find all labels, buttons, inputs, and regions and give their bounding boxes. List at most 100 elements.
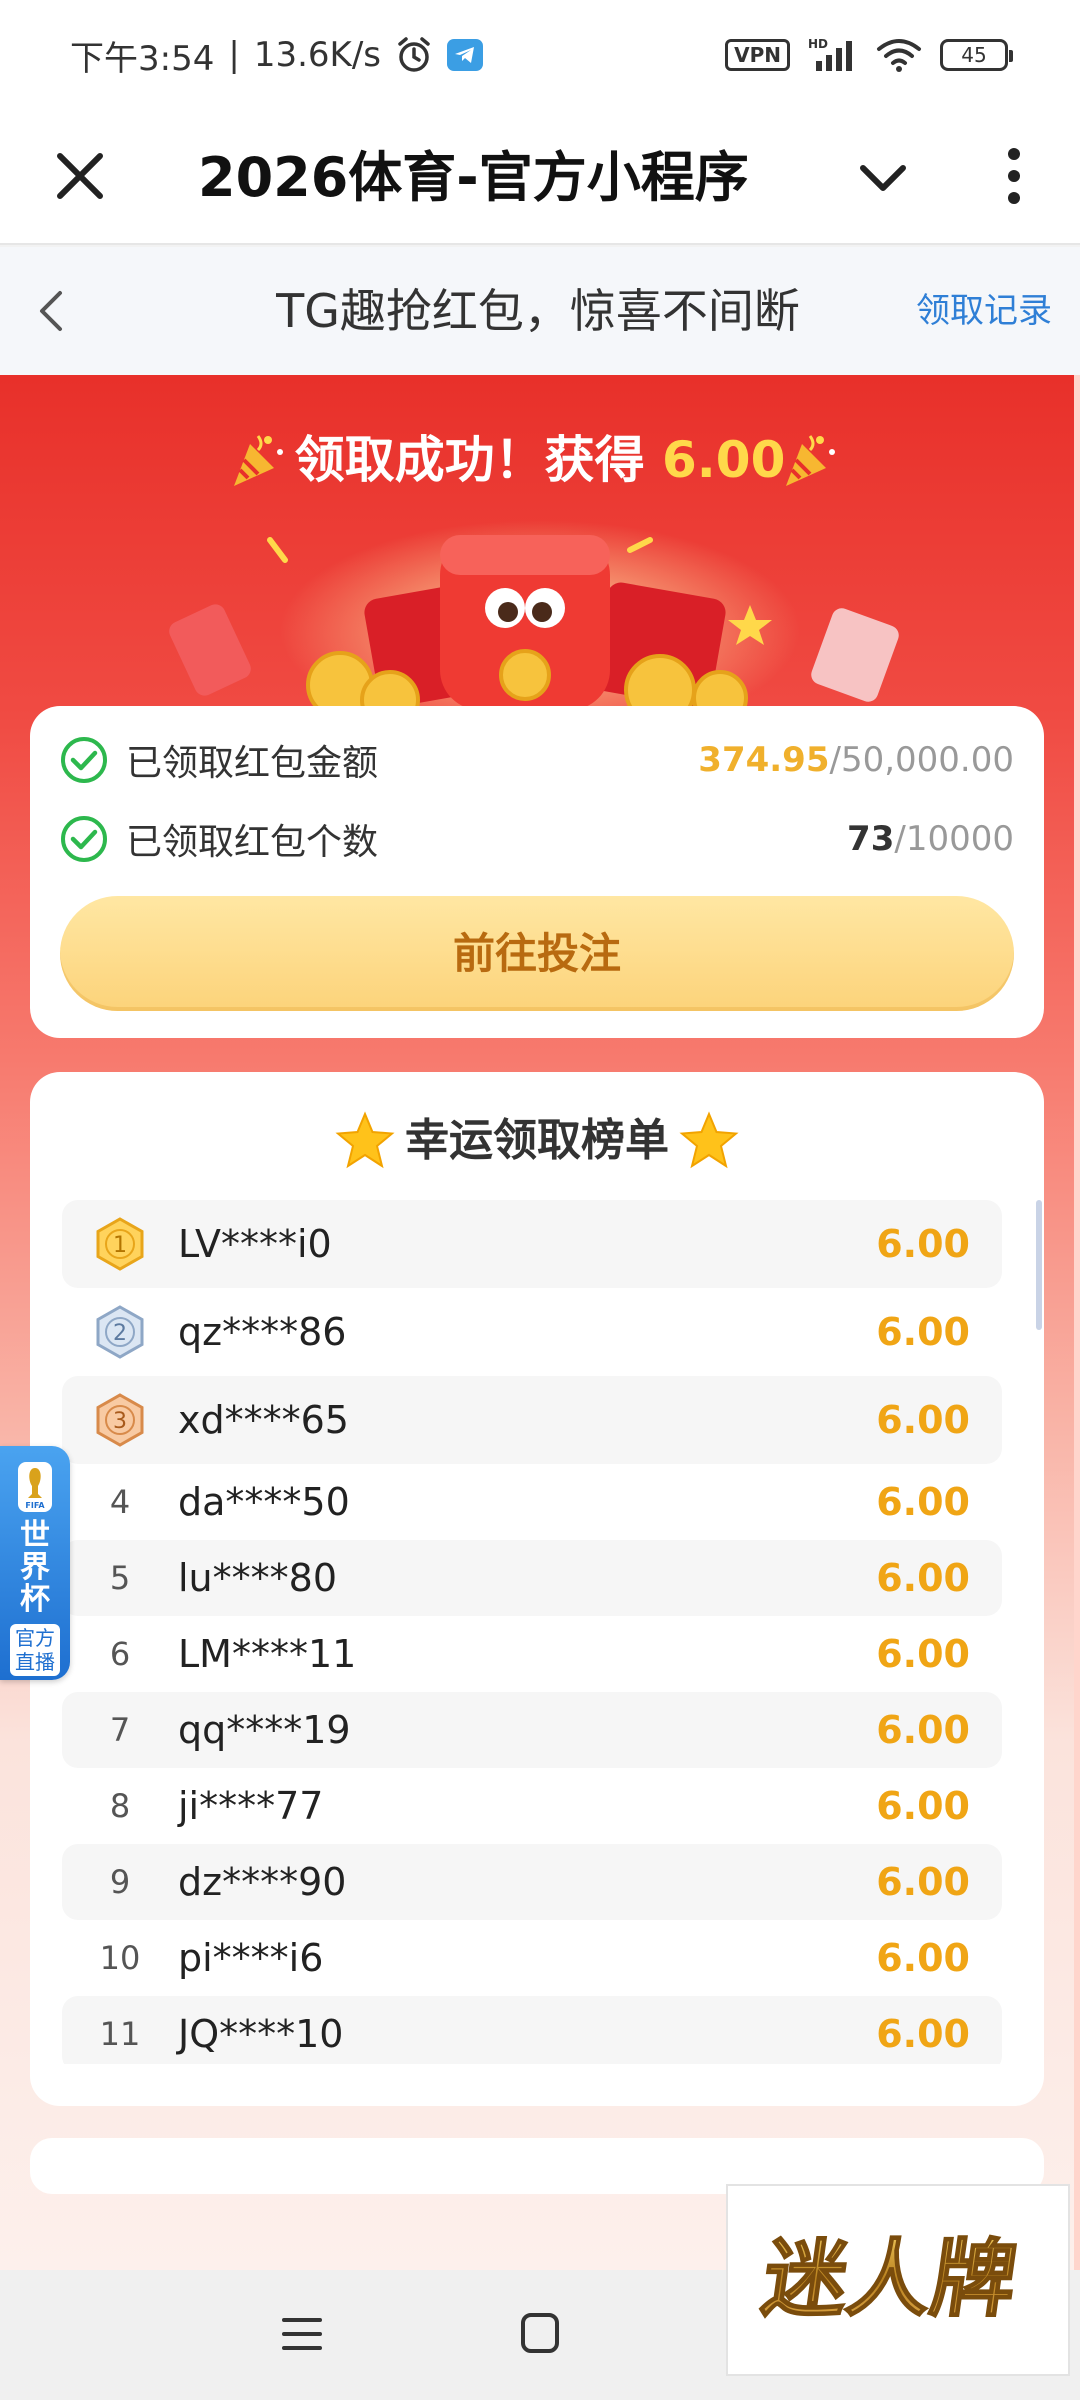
rank-cell: 7 (62, 1711, 178, 1749)
lucky-leaderboard-card: 幸运领取榜单 1 LV****i0 6.00 2 qz****86 6.00 3 xd****… (30, 1072, 1044, 2106)
rank-number: 8 (109, 1787, 131, 1825)
claimed-amount-row: 已领取红包金额 374.95/50,000.00 (60, 730, 1014, 790)
leaderboard-title: 幸运领取榜单 (405, 1115, 669, 1166)
mini-program-nav: 2026体育-官方小程序 (0, 110, 1080, 245)
claimed-amount-value: 374.95/50,000.00 (698, 740, 1014, 780)
chevron-down-icon[interactable] (855, 150, 911, 206)
user-name: qz****86 (178, 1310, 347, 1354)
rank-medal-icon: 2 (96, 1305, 144, 1359)
page-header: TG趣抢红包，惊喜不间断 领取记录 (0, 247, 1080, 375)
rank-cell: 9 (62, 1863, 178, 1901)
leaderboard-row: 10 pi****i6 6.00 (62, 1920, 1002, 1996)
leaderboard-row: 11 JQ****10 6.00 (62, 1996, 1002, 2064)
vpn-badge: VPN (725, 39, 790, 71)
status-left: 下午3:54 | 13.6K/s (70, 31, 483, 80)
rank-cell: 1 (62, 1216, 178, 1272)
rank-cell: 5 (62, 1559, 178, 1597)
success-prefix: 领取成功！获得 (294, 431, 645, 489)
claimed-count-label: 已领取红包个数 (126, 822, 379, 863)
rank-cell: 4 (62, 1483, 178, 1521)
rank-number: 10 (99, 1939, 141, 1977)
success-amount: 6.00 (662, 431, 786, 489)
more-options-icon[interactable] (996, 144, 1032, 208)
check-circle-icon (61, 816, 107, 862)
check-circle-icon (61, 737, 107, 783)
claim-amount: 6.00 (876, 1936, 970, 1980)
user-name: pi****i6 (178, 1936, 324, 1980)
rank-cell: 11 (62, 2015, 178, 2053)
network-speed: 13.6K/s (253, 35, 381, 75)
star-icon (679, 1111, 739, 1169)
go-bet-button[interactable]: 前往投注 (60, 896, 1014, 1011)
claimed-count-value: 73/10000 (847, 819, 1014, 859)
rank-number: 6 (109, 1635, 131, 1673)
rank-medal-icon: 1 (96, 1217, 144, 1271)
claimed-amount-label: 已领取红包金额 (126, 743, 379, 784)
leaderboard-row: 4 da****50 6.00 (62, 1464, 1002, 1540)
user-name: LM****11 (178, 1632, 357, 1676)
rank-number: 1 (113, 1233, 127, 1258)
claim-amount: 6.00 (876, 2012, 970, 2056)
rank-cell: 10 (62, 1939, 178, 1977)
fifa-label: FIFA (25, 1501, 45, 1510)
home-icon[interactable] (520, 2312, 560, 2354)
user-name: ji****77 (178, 1784, 324, 1828)
watermark-logo: 迷人牌 (726, 2184, 1070, 2376)
leaderboard-row: 5 lu****80 6.00 (62, 1540, 1002, 1616)
user-name: JQ****10 (178, 2012, 344, 2056)
success-message: 领取成功！获得 6.00 (0, 420, 1080, 500)
rank-cell: 6 (62, 1635, 178, 1673)
leaderboard-row: 8 ji****77 6.00 (62, 1768, 1002, 1844)
claim-amount: 6.00 (876, 1556, 970, 1600)
user-name: LV****i0 (178, 1222, 332, 1266)
watermark-text: 迷人牌 (757, 2230, 1023, 2328)
rank-number: 3 (113, 1409, 127, 1434)
rank-number: 9 (109, 1863, 131, 1901)
claim-amount: 6.00 (876, 1222, 970, 1266)
alarm-icon (398, 37, 430, 72)
rank-number: 4 (109, 1483, 131, 1521)
claim-amount: 6.00 (876, 1708, 970, 1752)
rank-cell: 3 (62, 1392, 178, 1448)
world-cup-label: 世界杯 (20, 1518, 50, 1617)
user-name: qq****19 (178, 1708, 351, 1752)
claim-amount: 6.00 (876, 1632, 970, 1676)
user-name: dz****90 (178, 1860, 347, 1904)
world-cup-live-widget[interactable]: FIFA 世界杯 官方直播 (0, 1446, 70, 1680)
rank-number: 5 (109, 1559, 131, 1597)
battery-icon: 45 (940, 39, 1013, 71)
leaderboard-list[interactable]: 1 LV****i0 6.00 2 qz****86 6.00 3 xd****65 6.00 4… (62, 1200, 1002, 2064)
rank-number: 11 (99, 2015, 141, 2053)
leaderboard-row: 9 dz****90 6.00 (62, 1844, 1002, 1920)
official-live-label: 官方直播 (10, 1624, 60, 1676)
mini-program-title: 2026体育-官方小程序 (198, 146, 749, 209)
battery-level: 45 (961, 43, 987, 67)
wifi-icon (877, 39, 921, 72)
status-separator: | (228, 35, 240, 75)
rank-number: 7 (109, 1711, 131, 1749)
close-icon[interactable] (50, 146, 110, 206)
status-time: 下午3:54 (70, 38, 215, 79)
leaderboard-row: 1 LV****i0 6.00 (62, 1200, 1002, 1288)
status-bar: 下午3:54 | 13.6K/s VPN HD 45 (0, 0, 1080, 110)
claim-amount: 6.00 (876, 1860, 970, 1904)
recent-apps-icon[interactable] (280, 2314, 324, 2354)
leaderboard-row: 7 qq****19 6.00 (62, 1692, 1002, 1768)
back-icon[interactable] (26, 281, 82, 341)
user-name: lu****80 (178, 1556, 337, 1600)
party-popper-icon (786, 435, 835, 486)
rank-cell: 2 (62, 1304, 178, 1360)
claimed-amount-current: 374.95 (698, 740, 830, 780)
signal-icon: HD (808, 37, 852, 71)
claim-records-link[interactable]: 领取记录 (916, 247, 1052, 375)
leaderboard-row: 3 xd****65 6.00 (62, 1376, 1002, 1464)
hero-edge (1074, 375, 1080, 2275)
rank-number: 2 (113, 1321, 127, 1346)
claim-amount: 6.00 (876, 1480, 970, 1524)
user-name: da****50 (178, 1480, 350, 1524)
rank-cell: 8 (62, 1787, 178, 1825)
claim-amount: 6.00 (876, 1398, 970, 1442)
rank-medal-icon: 3 (96, 1393, 144, 1447)
claim-amount: 6.00 (876, 1310, 970, 1354)
scrollbar[interactable] (1036, 1200, 1042, 1330)
